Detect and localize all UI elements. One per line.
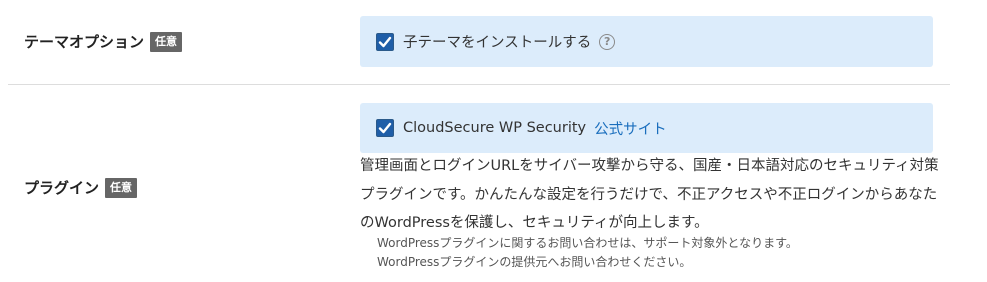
- child-theme-checkbox[interactable]: [376, 32, 394, 51]
- cloudsecure-checkbox-label[interactable]: CloudSecure WP Security: [403, 120, 586, 136]
- optional-badge: 任意: [105, 177, 138, 198]
- optional-badge: 任意: [150, 31, 183, 52]
- plugin-label: プラグイン 任意: [24, 177, 138, 198]
- plugin-note-line: WordPressプラグインに関するお問い合わせは、サポート対象外となります。: [377, 236, 798, 250]
- plugin-notes: WordPressプラグインに関するお問い合わせは、サポート対象外となります。 …: [377, 234, 798, 272]
- plugin-title: プラグイン: [24, 179, 100, 197]
- cloudsecure-checkbox[interactable]: [376, 119, 394, 137]
- question-circle-icon[interactable]: ?: [599, 33, 616, 50]
- child-theme-option-box[interactable]: 子テーマをインストールする ?: [360, 16, 933, 67]
- plugin-option-box[interactable]: CloudSecure WP Security 公式サイト: [360, 103, 933, 153]
- row-divider: [8, 84, 950, 85]
- plugin-note-line: WordPressプラグインの提供元へお問い合わせください。: [377, 255, 692, 269]
- checkmark-icon: [378, 122, 392, 134]
- plugin-description: 管理画面とログインURLをサイバー攻撃から守る、国産・日本語対応のセキュリティ対…: [360, 158, 939, 231]
- checkmark-icon: [378, 36, 392, 47]
- official-site-link[interactable]: 公式サイト: [594, 118, 667, 139]
- theme-option-title: テーマオプション: [24, 33, 145, 51]
- theme-option-label: テーマオプション 任意: [24, 31, 183, 52]
- child-theme-checkbox-label[interactable]: 子テーマをインストールする: [403, 31, 591, 52]
